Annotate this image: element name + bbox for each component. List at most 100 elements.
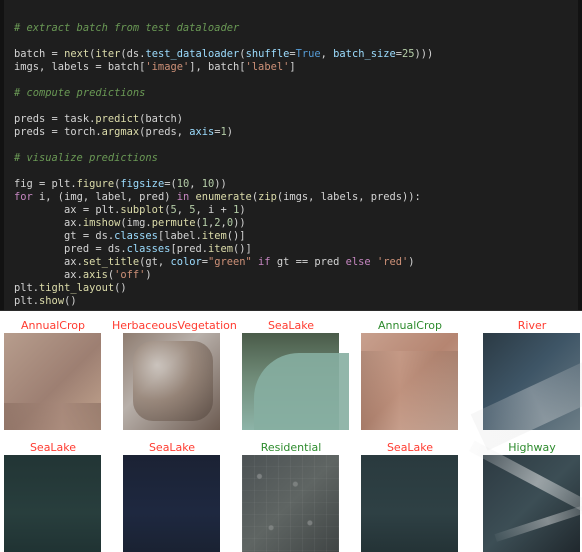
code-token: # compute predictions — [14, 87, 146, 99]
code-token: permute — [151, 217, 196, 229]
code-token: , — [82, 191, 96, 203]
code-token: item — [208, 243, 234, 255]
code-token: ()] — [226, 230, 246, 242]
code-token: ) — [164, 191, 177, 203]
code-token: else — [345, 256, 371, 268]
code-token: show — [39, 295, 65, 307]
code-token: , — [176, 126, 190, 138]
code-token: classes — [126, 243, 171, 255]
code-token: figsize — [120, 178, 165, 190]
code-token: , — [39, 61, 52, 73]
code-token: color — [170, 256, 202, 268]
code-editor[interactable]: # extract batch from test dataloader batc… — [4, 0, 578, 310]
code-token: gt — [270, 256, 296, 268]
code-token: gt — [145, 256, 158, 268]
code-token: img — [126, 217, 146, 229]
satellite-image — [242, 333, 349, 430]
code-token: ) — [226, 126, 234, 138]
code-token: "green" — [207, 256, 252, 268]
code-token: preds — [14, 126, 52, 138]
code-token: test_dataloader — [145, 48, 240, 60]
code-token: ds — [126, 48, 140, 60]
code-token: pred — [139, 191, 165, 203]
code-token: batch — [14, 48, 52, 60]
code-token: preds — [145, 126, 177, 138]
code-token: plt — [14, 295, 33, 307]
tile-title: SeaLake — [267, 319, 315, 332]
satellite-image — [4, 333, 101, 430]
code-token: plt — [14, 282, 33, 294]
satellite-image — [361, 455, 458, 552]
code-token: ) — [176, 113, 183, 125]
code-token: ] — [289, 61, 296, 73]
tile-title: SeaLake — [386, 441, 434, 454]
tile-title: SeaLake — [29, 441, 77, 454]
code-token: img — [64, 191, 83, 203]
code-line: fig = plt.figure(figsize=(10, 10)) — [14, 178, 227, 191]
tile-title: AnnualCrop — [21, 319, 85, 332]
satellite-image — [123, 333, 220, 430]
code-line: ax.axis('off') — [14, 269, 152, 282]
code-token: , — [308, 191, 321, 203]
code-token: , — [195, 204, 209, 216]
code-token: True — [295, 48, 321, 60]
code-token: 25 — [402, 48, 415, 60]
satellite-image — [123, 455, 220, 552]
output-image-grid: AnnualCrop HerbaceousVegetation SeaLake Ann… — [0, 312, 582, 552]
code-line: preds = torch.argmax(preds, axis=1) — [14, 126, 233, 139]
code-token: 'image' — [145, 61, 190, 73]
code-token: predict — [95, 113, 140, 125]
code-token: axis — [82, 269, 108, 281]
code-token: pred — [176, 243, 202, 255]
code-token: for — [14, 191, 33, 203]
code-token: ))) — [414, 48, 434, 60]
tile-title: River — [517, 319, 547, 332]
satellite-image — [361, 333, 458, 430]
code-token: == — [295, 256, 309, 268]
code-token: gt — [14, 230, 83, 242]
code-token: , — [157, 256, 171, 268]
code-token: imgs — [283, 191, 309, 203]
code-token: label — [164, 230, 196, 242]
code-line: ax.imshow(img.permute(1,2,0)) — [14, 217, 246, 230]
code-token: subplot — [120, 204, 165, 216]
tile-title: SeaLake — [148, 441, 196, 454]
code-token: 'red' — [376, 256, 409, 268]
code-cell: # extract batch from test dataloader batc… — [0, 0, 582, 311]
code-token: , — [320, 48, 334, 60]
code-token: () — [64, 295, 77, 307]
code-token: batch — [145, 113, 177, 125]
code-token: ) — [145, 269, 152, 281]
code-token: 10 — [176, 178, 190, 190]
code-line: # compute predictions — [14, 87, 145, 100]
code-token: ()] — [233, 243, 252, 255]
satellite-image — [483, 455, 580, 552]
code-token: item — [201, 230, 227, 242]
code-token: # visualize predictions — [14, 152, 158, 164]
code-line: ax = plt.subplot(5, 5, i + 1) — [14, 204, 246, 217]
code-line: gt = ds.classes[label.item()] — [14, 230, 246, 243]
code-token: ds — [89, 230, 108, 242]
code-token: next — [64, 48, 90, 60]
code-token: axis — [189, 126, 215, 138]
code-token: ax — [14, 204, 83, 216]
code-line: # extract batch from test dataloader — [14, 22, 239, 35]
code-token: batch — [208, 61, 240, 73]
code-token: , — [195, 61, 208, 73]
code-token: fig — [14, 178, 40, 190]
code-token: ax — [14, 269, 77, 281]
code-token: )) — [214, 178, 227, 190]
code-token: , — [126, 191, 140, 203]
code-token: )) — [233, 217, 246, 229]
code-token: i — [32, 191, 46, 203]
code-token: i — [208, 204, 221, 216]
code-token: ax — [14, 256, 77, 268]
code-token: 'label' — [245, 61, 290, 73]
tile-title: AnnualCrop — [378, 319, 442, 332]
code-token: 10 — [201, 178, 215, 190]
code-token: batch_size — [333, 48, 396, 60]
code-token: tight_layout — [39, 282, 115, 294]
code-line: plt.show() — [14, 295, 77, 308]
satellite-image — [242, 455, 339, 552]
code-token: set_title — [82, 256, 140, 268]
